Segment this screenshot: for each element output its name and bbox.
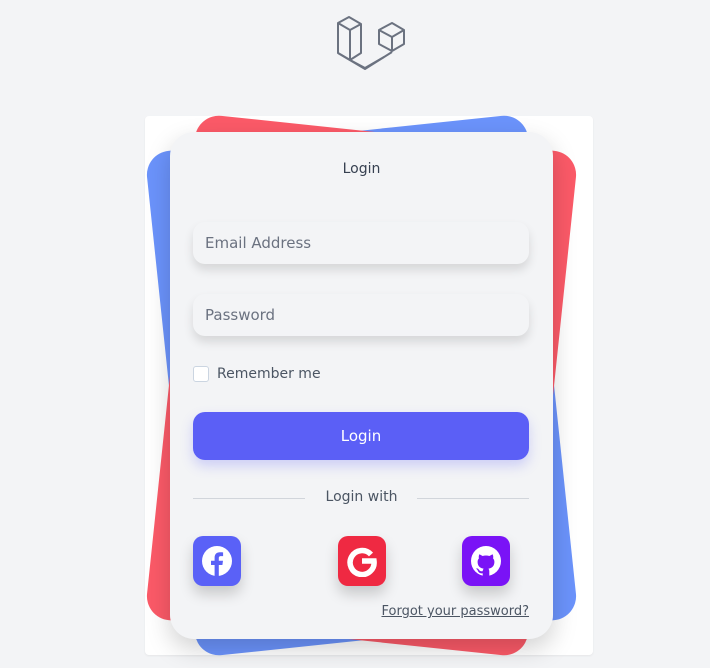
facebook-login-button[interactable]	[193, 536, 241, 586]
remember-checkbox[interactable]	[193, 366, 209, 382]
forgot-password-link[interactable]: Forgot your password?	[381, 604, 529, 619]
laravel-logo	[337, 16, 405, 70]
remember-label: Remember me	[217, 366, 321, 382]
github-icon	[471, 546, 501, 576]
facebook-icon	[202, 546, 232, 576]
login-page: { "card": { "title": "Login" }, "form": …	[0, 0, 710, 668]
github-login-button[interactable]	[462, 536, 510, 586]
divider-right	[417, 498, 529, 499]
login-with-label: Login with	[325, 489, 398, 505]
login-card: Login Remember me Login Login with Forgo…	[170, 132, 553, 639]
password-field[interactable]	[193, 294, 529, 336]
card-title: Login	[342, 161, 381, 177]
google-icon	[347, 547, 377, 577]
email-field[interactable]	[193, 222, 529, 264]
remember-me[interactable]: Remember me	[193, 365, 321, 383]
login-button[interactable]: Login	[193, 412, 529, 460]
google-login-button[interactable]	[338, 536, 386, 586]
